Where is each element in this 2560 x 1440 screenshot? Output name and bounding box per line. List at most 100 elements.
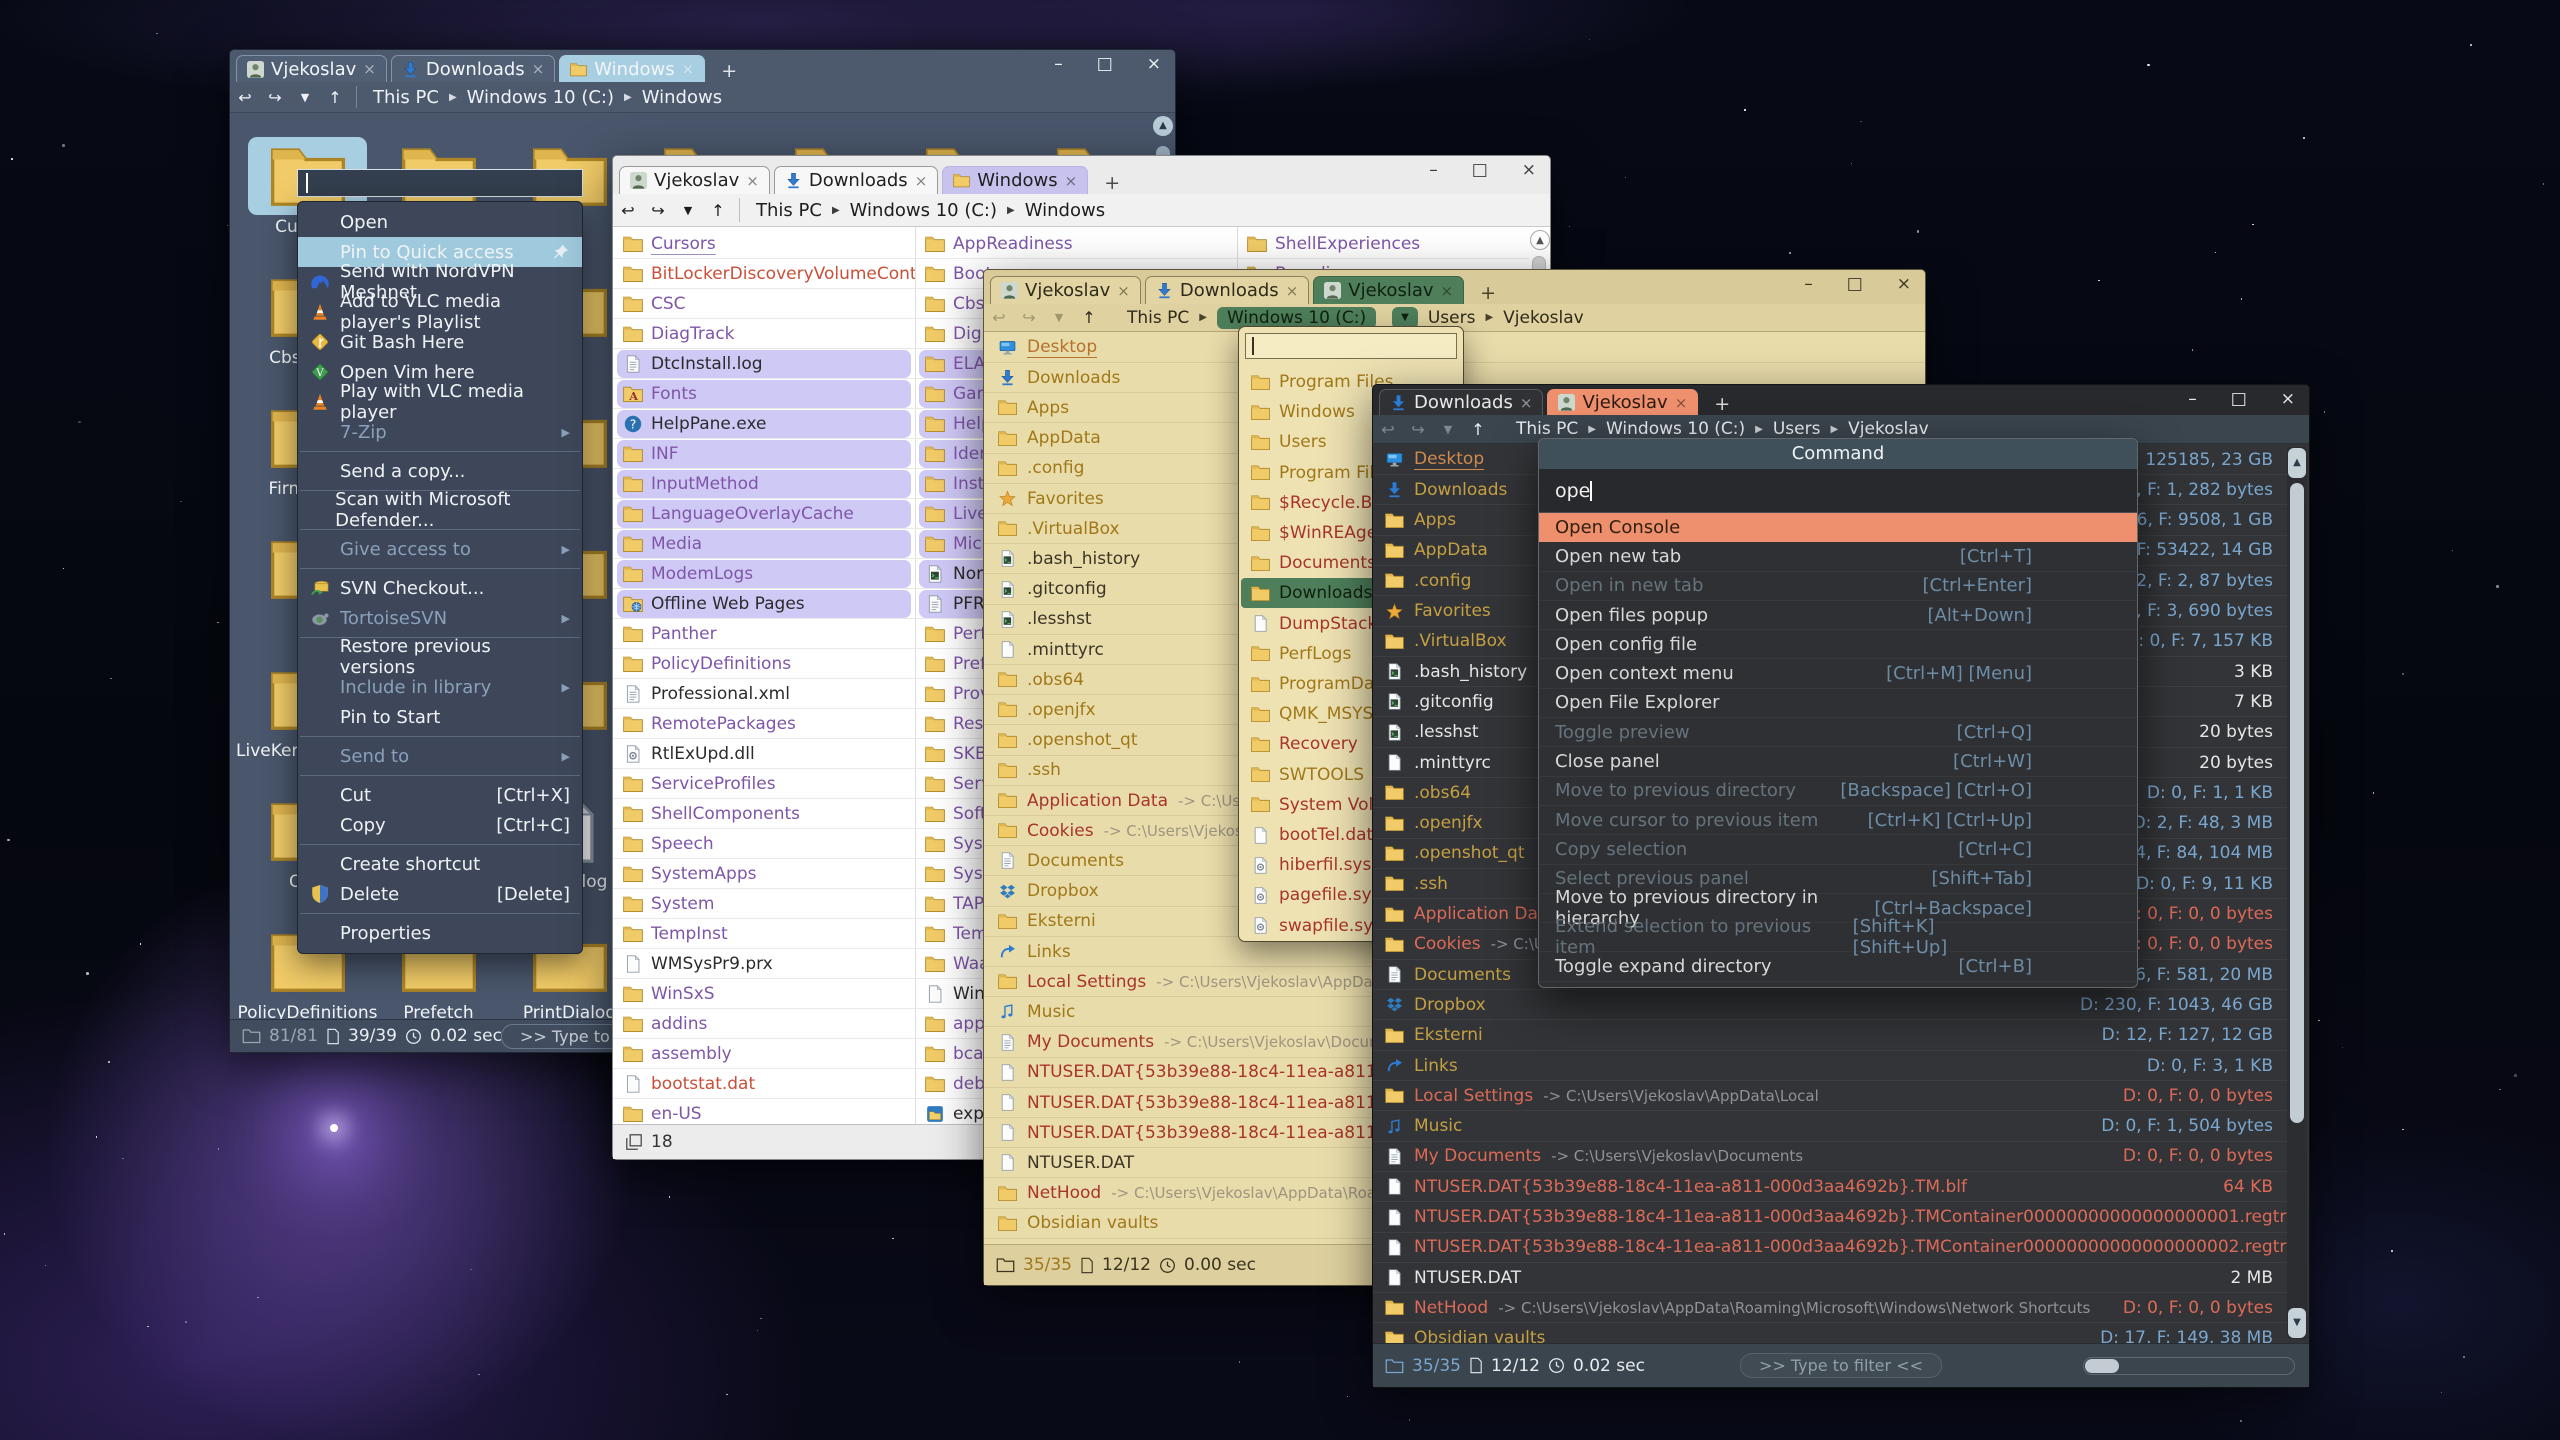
- file-item[interactable]: Offline Web Pages: [613, 589, 915, 619]
- tab-windows[interactable]: Windows×: [559, 55, 705, 82]
- menu-item-delete[interactable]: Delete[Delete]: [298, 879, 582, 909]
- file-item[interactable]: NTUSER.DAT{53b39e88-18c4-11ea-a811-000d3…: [1373, 1172, 2287, 1202]
- command-item-extend-selection-to-previous-item[interactable]: Extend selection to previous item[Shift+…: [1539, 923, 2137, 952]
- tab-close-icon[interactable]: ×: [1065, 172, 1078, 190]
- tab-vjekoslav[interactable]: Vjekoslav×: [1313, 276, 1464, 304]
- menu-item-svn-checkout[interactable]: SVN Checkout...: [298, 573, 582, 603]
- new-tab-button[interactable]: +: [709, 60, 749, 82]
- maximize-button[interactable]: □: [1097, 54, 1113, 74]
- file-item[interactable]: LanguageOverlayCache: [613, 499, 915, 529]
- file-item[interactable]: Local Settings-> C:\Users\Vjekoslav\AppD…: [1373, 1081, 2287, 1111]
- menu-item-pin-to-start[interactable]: Pin to Start: [298, 702, 582, 732]
- tab-close-icon[interactable]: ×: [915, 172, 928, 190]
- back-icon[interactable]: ↩: [1373, 420, 1403, 439]
- history-dropdown-icon[interactable]: ▼: [1433, 423, 1463, 436]
- breadcrumb-segment[interactable]: This PC: [373, 87, 439, 108]
- type-to-filter[interactable]: >> Type to filter <<: [1740, 1353, 1942, 1378]
- maximize-button[interactable]: □: [1847, 274, 1863, 294]
- horizontal-scrollbar-thumb[interactable]: [2085, 1359, 2119, 1373]
- history-dropdown-icon[interactable]: ▼: [290, 91, 320, 104]
- tab-vjekoslav[interactable]: Vjekoslav×: [619, 166, 770, 194]
- new-tab-button[interactable]: +: [1702, 393, 1742, 415]
- file-item[interactable]: WinSxS: [613, 979, 915, 1009]
- scroll-up-icon[interactable]: ▲: [1153, 116, 1173, 136]
- up-icon[interactable]: ↑: [1463, 420, 1493, 439]
- file-item[interactable]: addins: [613, 1009, 915, 1039]
- tab-downloads[interactable]: Downloads×: [391, 55, 555, 82]
- command-item-open-in-new-tab[interactable]: Open in new tab[Ctrl+Enter]: [1539, 572, 2137, 601]
- tab-close-icon[interactable]: ×: [532, 60, 545, 78]
- scroll-up-icon[interactable]: ▲: [1530, 230, 1550, 250]
- up-icon[interactable]: ↑: [703, 201, 733, 220]
- up-icon[interactable]: ↑: [320, 88, 350, 107]
- tab-close-icon[interactable]: ×: [1520, 394, 1533, 412]
- command-item-open-context-menu[interactable]: Open context menu[Ctrl+M] [Menu]: [1539, 659, 2137, 688]
- command-item-copy-selection[interactable]: Copy selection[Ctrl+C]: [1539, 835, 2137, 864]
- close-button[interactable]: ×: [1147, 54, 1161, 74]
- command-item-move-cursor-to-previous-item[interactable]: Move cursor to previous item[Ctrl+K] [Ct…: [1539, 806, 2137, 835]
- tab-close-icon[interactable]: ×: [1675, 394, 1688, 412]
- back-icon[interactable]: ↩: [230, 88, 260, 107]
- file-item[interactable]: TempInst: [613, 919, 915, 949]
- tab-vjekoslav[interactable]: Vjekoslav×: [236, 55, 387, 82]
- breadcrumb-segment[interactable]: This PC: [1127, 308, 1189, 328]
- tab-windows[interactable]: Windows×: [942, 166, 1088, 194]
- tab-downloads[interactable]: Downloads×: [1379, 389, 1543, 415]
- command-input[interactable]: ope: [1539, 469, 2137, 513]
- close-button[interactable]: ×: [1522, 160, 1536, 180]
- breadcrumb-segment[interactable]: Vjekoslav: [1848, 419, 1929, 439]
- file-item[interactable]: InputMethod: [613, 469, 915, 499]
- file-item[interactable]: LinksD: 0, F: 3, 1 KB: [1373, 1051, 2287, 1081]
- menu-item-tortoisesvn[interactable]: TortoiseSVN▶: [298, 603, 582, 633]
- file-item[interactable]: ShellExperiences: [1237, 229, 1529, 259]
- file-item[interactable]: PolicyDefinitions: [613, 649, 915, 679]
- file-item[interactable]: ?HelpPane.exe: [613, 409, 915, 439]
- forward-icon[interactable]: ↪: [260, 88, 290, 107]
- file-item[interactable]: AFonts: [613, 379, 915, 409]
- scroll-down-icon[interactable]: ▼: [2288, 1308, 2306, 1338]
- file-item[interactable]: DtcInstall.log: [613, 349, 915, 379]
- breadcrumb-segment[interactable]: Vjekoslav: [1503, 308, 1584, 328]
- file-item[interactable]: NetHood-> C:\Users\Vjekoslav\AppData\Roa…: [1373, 1293, 2287, 1323]
- minimize-button[interactable]: –: [1054, 54, 1063, 74]
- file-item[interactable]: EksterniD: 12, F: 127, 12 GB: [1373, 1021, 2287, 1051]
- rename-input[interactable]: [297, 169, 583, 197]
- breadcrumb-segment[interactable]: This PC: [1516, 419, 1578, 439]
- file-item[interactable]: System: [613, 889, 915, 919]
- file-item[interactable]: Professional.xml: [613, 679, 915, 709]
- forward-icon[interactable]: ↪: [1014, 308, 1044, 327]
- tab-close-icon[interactable]: ×: [1117, 282, 1130, 300]
- tab-close-icon[interactable]: ×: [363, 60, 376, 78]
- menu-item-open[interactable]: Open: [298, 207, 582, 237]
- minimize-button[interactable]: –: [1804, 274, 1813, 294]
- file-item[interactable]: Cursors: [613, 229, 915, 259]
- back-icon[interactable]: ↩: [984, 308, 1014, 327]
- breadcrumb-segment[interactable]: Users: [1428, 308, 1476, 328]
- breadcrumb-segment[interactable]: Windows: [1025, 200, 1105, 221]
- menu-item-create-shortcut[interactable]: Create shortcut: [298, 849, 582, 879]
- file-item[interactable]: My Documents-> C:\Users\Vjekoslav\Docume…: [1373, 1142, 2287, 1172]
- tab-downloads[interactable]: Downloads×: [774, 166, 938, 194]
- tab-vjekoslav[interactable]: Vjekoslav×: [1547, 389, 1698, 415]
- maximize-button[interactable]: □: [2231, 389, 2247, 409]
- file-item[interactable]: NTUSER.DAT{53b39e88-18c4-11ea-a811-000d3…: [1373, 1233, 2287, 1263]
- close-button[interactable]: ×: [2281, 389, 2295, 409]
- tab-vjekoslav[interactable]: Vjekoslav×: [990, 276, 1141, 304]
- command-item-open-files-popup[interactable]: Open files popup[Alt+Down]: [1539, 601, 2137, 630]
- command-item-open-new-tab[interactable]: Open new tab[Ctrl+T]: [1539, 542, 2137, 571]
- breadcrumb-segment[interactable]: Users: [1773, 419, 1821, 439]
- command-item-open-file-explorer[interactable]: Open File Explorer: [1539, 689, 2137, 718]
- menu-item-play-with-vlc-media-player[interactable]: Play with VLC media player: [298, 387, 582, 417]
- breadcrumb-segment[interactable]: Windows: [642, 87, 722, 108]
- up-icon[interactable]: ↑: [1074, 308, 1104, 327]
- file-item[interactable]: RtlExUpd.dll: [613, 739, 915, 769]
- menu-item-restore-previous-versions[interactable]: Restore previous versions: [298, 642, 582, 672]
- menu-item-add-to-vlc-media-player-s-playlist[interactable]: Add to VLC media player's Playlist: [298, 297, 582, 327]
- file-item[interactable]: assembly: [613, 1039, 915, 1069]
- file-item[interactable]: DropboxD: 230, F: 1043, 46 GB: [1373, 990, 2287, 1020]
- scroll-up-icon[interactable]: ▲: [2288, 448, 2306, 478]
- file-item[interactable]: ModemLogs: [613, 559, 915, 589]
- file-item[interactable]: NTUSER.DAT2 MB: [1373, 1263, 2287, 1293]
- menu-item-scan-with-microsoft-defender[interactable]: Scan with Microsoft Defender...: [298, 495, 582, 525]
- file-item[interactable]: ServiceProfiles: [613, 769, 915, 799]
